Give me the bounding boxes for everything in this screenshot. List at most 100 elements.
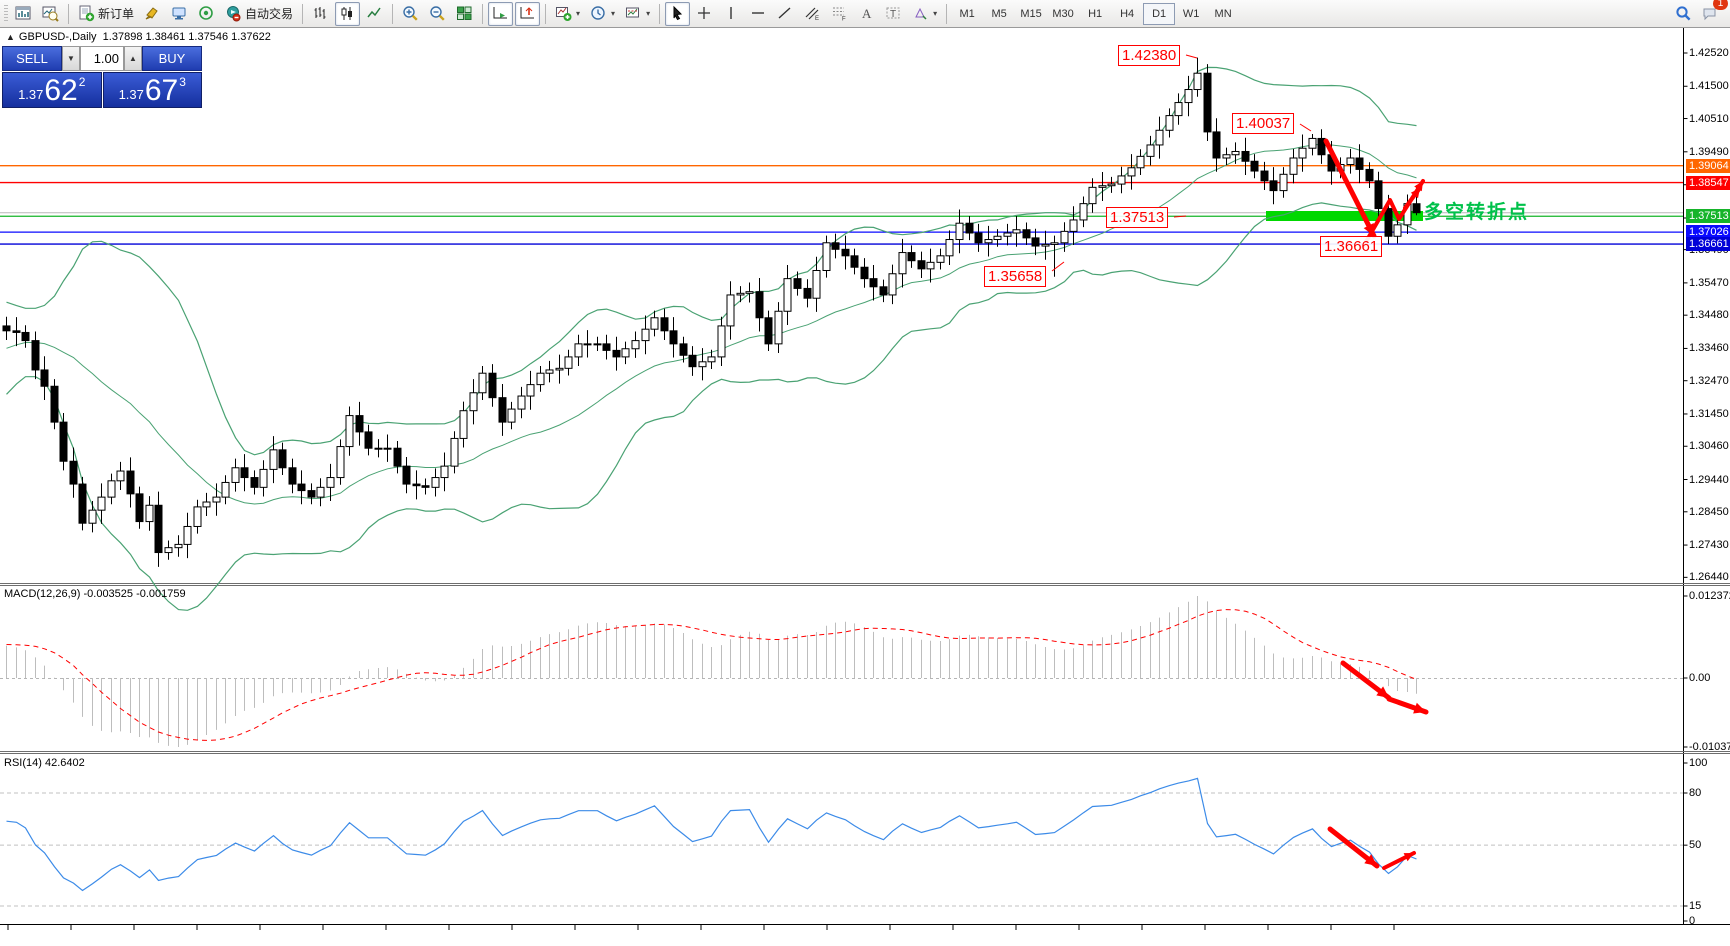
candle-body [97, 496, 106, 511]
volume-input[interactable]: 1.00 [80, 46, 124, 71]
auto-scroll-button[interactable] [488, 1, 514, 26]
search-button[interactable] [1671, 2, 1696, 26]
candle-body [1289, 157, 1298, 175]
candle-body [555, 367, 564, 371]
candle-body [450, 437, 459, 467]
autotrade-button[interactable]: 自动交易 [221, 2, 297, 26]
candle-body [240, 467, 249, 479]
candle-body [736, 292, 745, 296]
vline-button[interactable] [719, 2, 744, 26]
line-chart-button[interactable] [362, 2, 387, 26]
volume-decrease-button[interactable]: ▼ [62, 46, 80, 71]
chart-preview-button[interactable] [38, 2, 63, 26]
candle-body [12, 330, 21, 333]
hline-button[interactable] [746, 2, 771, 26]
candle-body [1069, 219, 1078, 232]
crosshair-button[interactable] [692, 2, 717, 26]
timeframe-m1-button[interactable]: M1 [951, 3, 983, 25]
candle-body [78, 483, 87, 524]
candle-body [183, 525, 192, 545]
candle-body [688, 354, 697, 368]
candle-body [374, 447, 383, 450]
price-axis-label: 1.33460 [1689, 342, 1729, 355]
trendline-button[interactable] [773, 2, 798, 26]
indicators-button[interactable]: ▾ [551, 2, 584, 26]
periods-button[interactable]: ▾ [586, 2, 619, 26]
chart-shift-button[interactable] [515, 1, 541, 26]
bars-chart-icon [312, 5, 329, 22]
candle-body [1003, 232, 1012, 237]
timeframe-d1-button[interactable]: D1 [1143, 2, 1176, 25]
crosshair-icon [696, 5, 713, 22]
candle-body [907, 252, 916, 262]
sell-price-button[interactable]: 1.37 62 2 [2, 72, 102, 108]
volume-increase-button[interactable]: ▲ [124, 46, 142, 71]
expert-advisor-icon [171, 5, 188, 22]
candle-body [926, 261, 935, 270]
candles-chart-button[interactable] [335, 1, 361, 26]
candle-body [1212, 131, 1221, 159]
candle-body [1031, 237, 1040, 247]
expert-advisor-button[interactable] [167, 2, 192, 26]
price-annotation-box[interactable]: 1.36661 [1320, 236, 1383, 257]
price-annotation-box[interactable]: 1.40037 [1232, 113, 1295, 134]
price-annotation-box[interactable]: 1.35658 [984, 266, 1047, 287]
channel-button[interactable]: E [800, 2, 825, 26]
candle-body [1308, 137, 1317, 149]
candle-body [1146, 144, 1155, 157]
cursor-button[interactable] [665, 1, 691, 26]
price-annotation-box[interactable]: 1.42380 [1118, 45, 1181, 66]
autotrade-icon [225, 5, 242, 22]
periods-icon [590, 5, 607, 22]
zoom-out-button[interactable] [425, 2, 450, 26]
candle-body [1050, 242, 1059, 245]
buy-price-button[interactable]: 1.37 67 3 [102, 72, 202, 108]
text-button[interactable]: A [854, 2, 879, 26]
collapse-panel-icon[interactable]: ▲ [6, 32, 15, 42]
symbol-timeframe-label: GBPUSD-,Daily [18, 31, 97, 43]
candle-body [259, 468, 268, 488]
buy-button[interactable]: BUY [142, 46, 202, 71]
timeframe-h1-button[interactable]: H1 [1079, 3, 1111, 25]
candle-body [1136, 155, 1145, 169]
timeframe-m5-button[interactable]: M5 [983, 3, 1015, 25]
candle-body [612, 349, 621, 358]
candle-body [307, 490, 316, 498]
chat-button[interactable]: 1 [1698, 0, 1728, 26]
svg-text:E: E [815, 16, 819, 22]
timeframe-m15-button[interactable]: M15 [1015, 3, 1047, 25]
candle-body [1088, 186, 1097, 205]
history-brush-button[interactable] [140, 2, 165, 26]
candle-body [764, 317, 773, 345]
new-order-button[interactable]: 新订单 [74, 2, 138, 26]
shapes-button[interactable]: ▾ [908, 2, 941, 26]
templates-button[interactable]: ▾ [621, 2, 654, 26]
tile-windows-button[interactable] [452, 2, 477, 26]
fibo-button[interactable]: F [827, 2, 852, 26]
bars-chart-button[interactable] [308, 2, 333, 26]
zoom-in-button[interactable] [398, 2, 423, 26]
chart-window-button[interactable] [11, 2, 36, 26]
timeframe-w1-button[interactable]: W1 [1175, 3, 1207, 25]
candle-body [831, 242, 840, 250]
label-button[interactable]: T [881, 2, 906, 26]
timeframe-mn-button[interactable]: MN [1207, 3, 1239, 25]
candle-body [955, 222, 964, 241]
candle-body [135, 493, 144, 523]
timeframe-h4-button[interactable]: H4 [1111, 3, 1143, 25]
candles-chart-icon [339, 5, 356, 22]
candle-body [1041, 243, 1050, 247]
rsi-axis-label: 50 [1689, 839, 1702, 852]
chart-canvas[interactable] [0, 0, 1730, 946]
candle-body [993, 235, 1002, 241]
timeframe-m30-button[interactable]: M30 [1047, 3, 1079, 25]
chevron-down-icon: ▾ [933, 9, 938, 18]
signals-button[interactable] [194, 2, 219, 26]
price-axis-label: 1.31450 [1689, 407, 1729, 420]
candle-body [193, 506, 202, 527]
toolbar-separator [482, 3, 484, 24]
price-annotation-box[interactable]: 1.37513 [1106, 207, 1169, 228]
macd-indicator-label: MACD(12,26,9) -0.003525 -0.001759 [4, 588, 186, 600]
sell-button[interactable]: SELL [2, 46, 62, 71]
candle-body [288, 467, 297, 485]
